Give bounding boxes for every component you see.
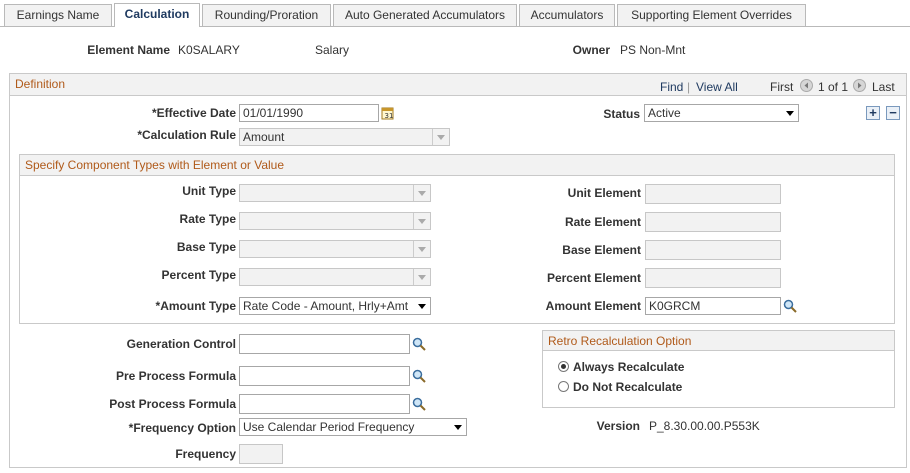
calendar-icon[interactable]: 31 [381, 106, 394, 120]
chevron-down-icon [418, 247, 426, 252]
tab-calculation[interactable]: Calculation [114, 3, 200, 27]
rate-type-label: Rate Type [179, 212, 236, 226]
element-name-value: K0SALARY [178, 43, 240, 57]
first-label: First [770, 80, 794, 94]
chevron-down-icon [454, 425, 462, 430]
tab-accumulators[interactable]: Accumulators [519, 4, 615, 26]
search-icon[interactable] [412, 397, 426, 411]
version-value: P_8.30.00.00.P553K [649, 419, 760, 433]
add-row-button[interactable]: + [866, 106, 880, 120]
search-icon[interactable] [412, 337, 426, 351]
tab-supporting-element-overrides[interactable]: Supporting Element Overrides [617, 4, 806, 26]
element-name-label: Element Name [87, 43, 170, 57]
frequency-option-label: *Frequency Option [128, 421, 236, 435]
last-label: Last [872, 80, 895, 94]
delete-row-button[interactable]: − [886, 106, 900, 120]
always-recalculate-radio[interactable] [558, 361, 569, 372]
frequency-field[interactable] [239, 444, 283, 464]
percent-type-label: Percent Type [161, 268, 236, 282]
frequency-option-value: Use Calendar Period Frequency [243, 420, 415, 434]
do-not-recalculate-label: Do Not Recalculate [573, 380, 683, 394]
percent-element-label: Percent Element [546, 271, 641, 285]
tab-auto-generated-accumulators[interactable]: Auto Generated Accumulators [333, 4, 517, 26]
amount-element-label: Amount Element [545, 299, 641, 313]
chevron-down-icon [418, 304, 426, 309]
next-icon[interactable] [853, 79, 866, 92]
amount-element-field[interactable]: K0GRCM [645, 297, 781, 315]
retro-header: Retro Recalculation Option [543, 331, 894, 351]
nav-separator: | [687, 80, 691, 94]
chevron-down-icon [418, 219, 426, 224]
search-icon[interactable] [412, 369, 426, 383]
post-process-formula-field[interactable] [239, 394, 410, 414]
view-all-link[interactable]: View All [696, 80, 738, 94]
element-description: Salary [315, 43, 350, 57]
calculation-rule-dropdown[interactable]: Amount [239, 128, 450, 146]
unit-element-field[interactable] [645, 184, 781, 204]
svg-text:31: 31 [385, 112, 394, 120]
tab-label: Supporting Element Overrides [631, 8, 792, 22]
status-dropdown[interactable]: Active [644, 104, 799, 122]
base-element-field[interactable] [645, 240, 781, 260]
retro-title: Retro Recalculation Option [548, 334, 692, 348]
do-not-recalculate-radio[interactable] [558, 381, 569, 392]
unit-element-label: Unit Element [567, 186, 641, 200]
components-header: Specify Component Types with Element or … [20, 155, 894, 176]
tab-label: Accumulators [530, 8, 604, 22]
tab-earnings-name[interactable]: Earnings Name [4, 4, 112, 26]
owner-value: PS Non-Mnt [620, 43, 686, 57]
post-process-formula-label: Post Process Formula [109, 397, 236, 411]
frequency-option-dropdown[interactable]: Use Calendar Period Frequency [239, 418, 467, 436]
amount-type-label: *Amount Type [155, 299, 236, 313]
chevron-down-icon [786, 111, 794, 116]
unit-type-label: Unit Type [182, 184, 236, 198]
base-type-dropdown[interactable] [239, 240, 431, 258]
always-recalculate-label: Always Recalculate [573, 360, 685, 374]
pre-process-formula-label: Pre Process Formula [115, 369, 236, 383]
version-label: Version [596, 419, 640, 433]
frequency-label: Frequency [175, 447, 236, 461]
percent-type-dropdown[interactable] [239, 268, 431, 286]
rate-type-dropdown[interactable] [239, 212, 431, 230]
calculation-rule-value: Amount [243, 130, 285, 144]
base-element-label: Base Element [562, 243, 641, 257]
tab-label: Auto Generated Accumulators [344, 8, 506, 22]
amount-type-value: Rate Code - Amount, Hrly+Amt [243, 299, 409, 313]
tab-label: Earnings Name [16, 8, 100, 22]
rate-element-field[interactable] [645, 212, 781, 232]
amount-type-dropdown[interactable]: Rate Code - Amount, Hrly+Amt [239, 297, 431, 315]
effective-date-field[interactable]: 01/01/1990 [239, 104, 379, 122]
generation-control-field[interactable] [239, 334, 410, 354]
components-title: Specify Component Types with Element or … [25, 158, 285, 172]
base-type-label: Base Type [176, 240, 236, 254]
pre-process-formula-field[interactable] [239, 366, 410, 386]
chevron-down-icon [437, 135, 445, 140]
status-value: Active [648, 106, 681, 120]
previous-icon[interactable] [800, 79, 813, 92]
definition-title: Definition [15, 77, 66, 91]
rate-element-label: Rate Element [564, 215, 641, 229]
chevron-down-icon [418, 275, 426, 280]
search-icon[interactable] [783, 299, 797, 313]
status-label: Status [603, 107, 640, 121]
row-count: 1 of 1 [818, 80, 849, 94]
tab-label: Rounding/Proration [214, 8, 319, 22]
unit-type-dropdown[interactable] [239, 184, 431, 202]
chevron-down-icon [418, 191, 426, 196]
tab-label: Calculation [124, 7, 190, 21]
owner-label: Owner [572, 43, 610, 57]
tab-rounding-proration[interactable]: Rounding/Proration [202, 4, 331, 26]
effective-date-label: *Effective Date [151, 106, 236, 120]
find-link[interactable]: Find [660, 80, 683, 94]
calculation-rule-label: *Calculation Rule [137, 128, 236, 142]
percent-element-field[interactable] [645, 268, 781, 288]
generation-control-label: Generation Control [126, 337, 236, 351]
